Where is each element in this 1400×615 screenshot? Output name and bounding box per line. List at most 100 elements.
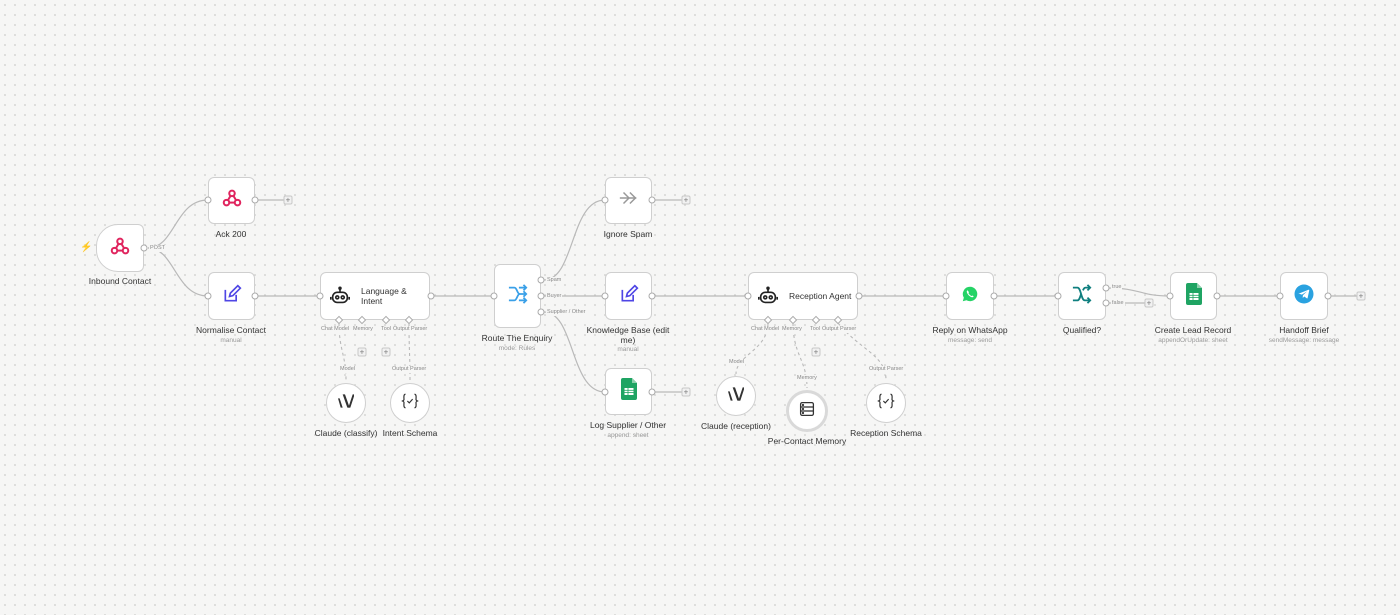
node-normalise-contact[interactable] bbox=[208, 272, 255, 320]
add-node-button[interactable]: + bbox=[1144, 298, 1154, 308]
add-node-button[interactable]: + bbox=[681, 387, 691, 397]
subnode-label: Per-Contact Memory bbox=[767, 436, 847, 446]
sheets-icon bbox=[620, 378, 637, 405]
port-label-output-parser: Output Parser bbox=[392, 326, 429, 333]
output-port-spam[interactable] bbox=[537, 276, 545, 284]
output-port[interactable] bbox=[855, 292, 863, 300]
output-port-buyer[interactable] bbox=[537, 292, 545, 300]
port-label-memory: Memory bbox=[781, 326, 803, 333]
port-label-tool: Tool bbox=[380, 326, 393, 333]
output-label-true: true bbox=[1111, 284, 1123, 291]
subnode-claude-reception[interactable] bbox=[716, 376, 756, 416]
input-port[interactable] bbox=[1276, 292, 1284, 300]
node-subtitle: append: sheet bbox=[607, 432, 649, 439]
node-handoff-brief[interactable] bbox=[1280, 272, 1328, 320]
node-label: Knowledge Base (edit me) bbox=[586, 325, 670, 345]
input-port[interactable] bbox=[601, 292, 609, 300]
output-port-false[interactable] bbox=[1102, 299, 1110, 307]
subnode-tag: Model bbox=[339, 366, 356, 373]
subnode-reception-schema[interactable] bbox=[866, 383, 906, 423]
arrow-right-icon bbox=[618, 190, 640, 211]
node-qualified[interactable] bbox=[1058, 272, 1106, 320]
node-label: Language & Intent bbox=[361, 286, 407, 306]
telegram-icon bbox=[1294, 284, 1314, 309]
node-subtitle: mode: Rules bbox=[498, 345, 536, 352]
subnode-intent-schema[interactable] bbox=[390, 383, 430, 423]
subnode-per-contact-memory[interactable] bbox=[786, 390, 828, 432]
node-label: Create Lead Record bbox=[1154, 325, 1232, 335]
input-port[interactable] bbox=[744, 292, 752, 300]
node-label: Reply on WhatsApp bbox=[932, 325, 1008, 335]
node-reception-agent[interactable]: Reception Agent bbox=[748, 272, 858, 320]
anthropic-icon bbox=[728, 386, 745, 406]
output-port[interactable] bbox=[648, 196, 656, 204]
node-ignore-spam[interactable] bbox=[605, 177, 652, 224]
node-create-lead[interactable] bbox=[1170, 272, 1217, 320]
node-label: Qualified? bbox=[1062, 325, 1102, 335]
output-port[interactable] bbox=[648, 388, 656, 396]
sheets-icon bbox=[1185, 282, 1202, 310]
braces-icon bbox=[877, 393, 895, 414]
node-label: Inbound Contact bbox=[88, 276, 152, 286]
add-tool-button[interactable]: + bbox=[381, 347, 391, 357]
node-label: Route The Enquiry bbox=[481, 333, 553, 343]
input-port[interactable] bbox=[204, 292, 212, 300]
node-log-supplier[interactable] bbox=[605, 368, 652, 415]
node-inbound-contact[interactable] bbox=[96, 224, 144, 272]
node-route-enquiry[interactable] bbox=[494, 264, 541, 328]
port-label-output-parser: Output Parser bbox=[821, 326, 858, 333]
add-node-button[interactable]: + bbox=[681, 195, 691, 205]
input-port[interactable] bbox=[942, 292, 950, 300]
output-port[interactable] bbox=[1324, 292, 1332, 300]
output-port[interactable] bbox=[990, 292, 998, 300]
node-label: Normalise Contact bbox=[196, 325, 266, 335]
output-label-supplier: Supplier / Other bbox=[546, 309, 587, 316]
output-port[interactable] bbox=[648, 292, 656, 300]
input-port[interactable] bbox=[601, 196, 609, 204]
output-port-true[interactable] bbox=[1102, 284, 1110, 292]
node-label: Ack 200 bbox=[215, 229, 247, 239]
port-label-tool: Tool bbox=[809, 326, 822, 333]
route-icon bbox=[507, 283, 529, 309]
input-port[interactable] bbox=[316, 292, 324, 300]
whatsapp-icon bbox=[962, 286, 978, 307]
node-label: Reception Agent bbox=[789, 291, 852, 301]
output-label-spam: Spam bbox=[546, 277, 563, 284]
node-reply-whatsapp[interactable] bbox=[946, 272, 994, 320]
subnode-tag: Model bbox=[728, 359, 745, 366]
node-label: Ignore Spam bbox=[603, 229, 653, 239]
node-subtitle: appendOrUpdate: sheet bbox=[1158, 337, 1228, 344]
edit-icon bbox=[222, 283, 242, 309]
subnode-tag: Memory bbox=[796, 375, 818, 382]
node-label: Handoff Brief bbox=[1279, 325, 1329, 335]
input-port[interactable] bbox=[601, 388, 609, 396]
webhook-icon bbox=[221, 187, 243, 214]
output-port[interactable] bbox=[140, 244, 148, 252]
node-subtitle: manual bbox=[220, 337, 242, 344]
input-port[interactable] bbox=[204, 196, 212, 204]
output-label-buyer: Buyer bbox=[546, 293, 563, 300]
node-ack-200[interactable] bbox=[208, 177, 255, 224]
subnode-claude-classify[interactable] bbox=[326, 383, 366, 423]
subnode-tag: Output Parser bbox=[868, 366, 905, 373]
input-port[interactable] bbox=[490, 292, 498, 300]
robot-icon bbox=[329, 285, 351, 307]
output-port[interactable] bbox=[427, 292, 435, 300]
edit-icon bbox=[619, 283, 639, 309]
output-port[interactable] bbox=[251, 196, 259, 204]
input-port[interactable] bbox=[1166, 292, 1174, 300]
output-port[interactable] bbox=[1213, 292, 1221, 300]
add-tool-button[interactable]: + bbox=[811, 347, 821, 357]
add-node-button[interactable]: + bbox=[1356, 291, 1366, 301]
port-label-memory: Memory bbox=[352, 326, 374, 333]
add-memory-button[interactable]: + bbox=[357, 347, 367, 357]
add-node-button[interactable]: + bbox=[283, 195, 293, 205]
input-port[interactable] bbox=[1054, 292, 1062, 300]
port-label-chat-model: Chat Model bbox=[320, 326, 351, 333]
node-knowledge-base[interactable] bbox=[605, 272, 652, 320]
node-language-intent[interactable]: Language & Intent bbox=[320, 272, 430, 320]
output-port[interactable] bbox=[251, 292, 259, 300]
node-label: Log Supplier / Other bbox=[589, 420, 667, 430]
output-port-supplier[interactable] bbox=[537, 308, 545, 316]
output-tag-post: POST bbox=[149, 245, 166, 252]
